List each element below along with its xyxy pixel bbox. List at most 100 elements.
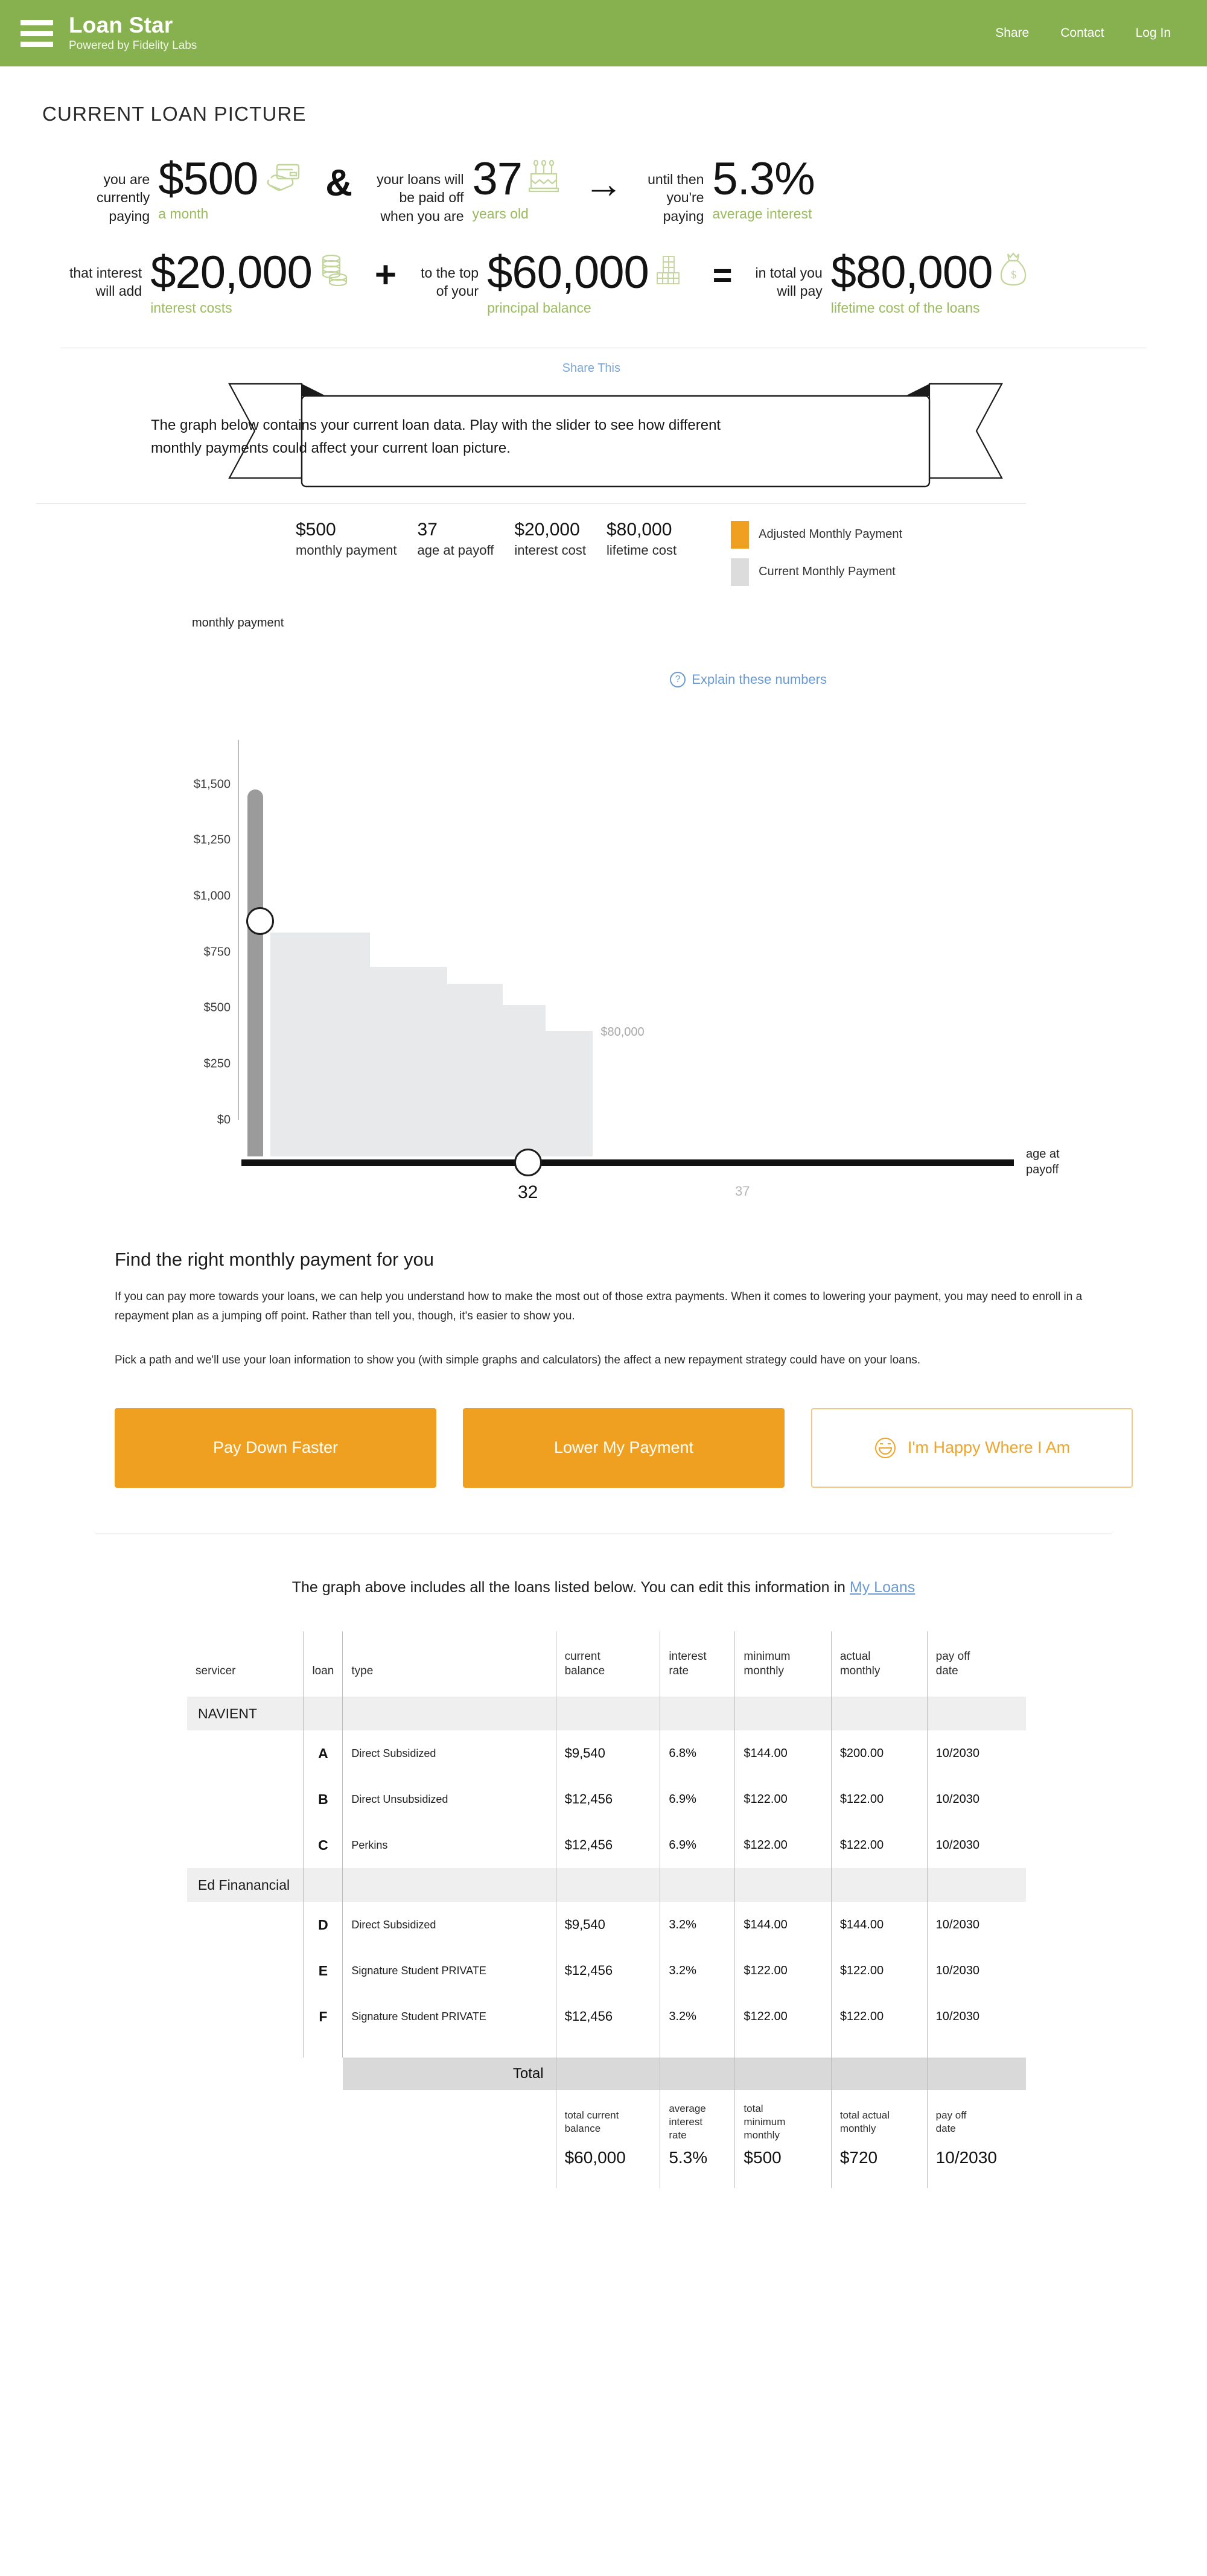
- table-row[interactable]: E Signature Student PRIVATE $12,456 3.2% $12…: [187, 1948, 1026, 1994]
- th-total-current-balance: total current balance: [555, 2090, 660, 2146]
- th-total-payoff-date: pay off date: [926, 2090, 1026, 2146]
- stat-label: years old: [472, 206, 529, 222]
- loan-actual-monthly: $122.00: [830, 1822, 928, 1869]
- operator-and: &: [325, 162, 353, 204]
- stat-interest-costs: that interest will add $20,000 interest …: [69, 249, 351, 316]
- legend-swatch-current: [731, 558, 750, 586]
- nav-login[interactable]: Log In: [1136, 26, 1171, 40]
- total-banner-row: Total: [187, 2058, 1026, 2091]
- loan-interest-rate: 6.8%: [660, 1730, 735, 1777]
- summary-row-1: you are currently paying $500 a month & …: [36, 156, 1171, 225]
- stat-lead: until then you're paying: [648, 171, 704, 224]
- explain-numbers-link[interactable]: ? Explain these numbers: [670, 671, 827, 687]
- stat-label: average interest: [712, 206, 812, 222]
- table-row[interactable]: A Direct Subsidized $9,540 6.8% $144.00 $200.…: [187, 1730, 1026, 1777]
- mini-stat-lifetime-cost: $80,000 lifetime cost: [606, 519, 677, 558]
- monthly-payment-slider-handle[interactable]: [246, 907, 274, 936]
- hand-card-icon: [264, 157, 301, 202]
- th-average-interest-rate: average interest rate: [660, 2090, 735, 2146]
- stat-value: $60,000: [487, 247, 649, 299]
- x-axis-line: 32 37: [241, 1148, 1014, 1202]
- nav-share[interactable]: Share: [995, 26, 1029, 40]
- mini-stat-interest-cost: $20,000 interest cost: [514, 519, 586, 558]
- th-minimum-monthly: minimum monthly: [734, 1631, 832, 1697]
- table-row[interactable]: D Direct Subsidized $9,540 3.2% $144.00 $144.…: [187, 1902, 1026, 1948]
- stat-lead: to the top of your: [421, 265, 479, 299]
- operator-arrow: →: [584, 161, 624, 206]
- stat-value: $80,000: [830, 247, 993, 299]
- th-loan: loan: [303, 1631, 343, 1697]
- loan-payoff-date: 10/2030: [926, 1902, 1026, 1948]
- loan-payoff-date: 10/2030: [926, 1776, 1026, 1823]
- find-heading: Find the right monthly payment for you: [115, 1248, 434, 1270]
- loan-type: Direct Subsidized: [342, 1902, 556, 1948]
- loan-interest-rate: 6.9%: [660, 1776, 735, 1823]
- th-current-balance: current balance: [555, 1631, 660, 1697]
- stat-average-interest: until then you're paying 5.3% average in…: [648, 156, 815, 225]
- loan-type: Signature Student PRIVATE: [342, 1948, 556, 1994]
- loan-current-balance: $12,456: [555, 1822, 660, 1869]
- step-bar: [545, 1031, 593, 1156]
- smiley-icon: [874, 1436, 897, 1459]
- age-slider-value: 32: [517, 1182, 538, 1202]
- stat-label: principal balance: [487, 299, 591, 316]
- top-navigation: Share Contact Log In: [995, 26, 1178, 40]
- banner-text: The graph below contains your current lo…: [151, 416, 721, 457]
- stat-label: lifetime cost of the loans: [830, 299, 980, 316]
- info-banner: The graph below contains your current lo…: [36, 371, 1171, 503]
- table-row[interactable]: F Signature Student PRIVATE $12,456 3.2% $12…: [187, 1994, 1026, 2040]
- loan-current-balance: $12,456: [555, 1948, 660, 1994]
- loan-minimum-monthly: $144.00: [734, 1730, 832, 1777]
- lower-my-payment-button[interactable]: Lower My Payment: [463, 1408, 785, 1488]
- step-bar: [270, 932, 370, 1156]
- total-minimum-monthly: $500: [734, 2146, 832, 2189]
- my-loans-link[interactable]: My Loans: [850, 1579, 915, 1596]
- y-tick-label: $500: [203, 1001, 231, 1015]
- loan-payoff-date: 10/2030: [926, 1994, 1026, 2040]
- th-servicer: servicer: [196, 1664, 236, 1677]
- th-payoff-date: pay off date: [926, 1631, 1026, 1697]
- lifetime-cost-annotation: $80,000: [600, 1025, 645, 1039]
- coins-icon: [318, 250, 351, 295]
- nav-contact[interactable]: Contact: [1060, 26, 1104, 40]
- chart-summary-bar: $500 monthly payment 37 age at payoff $2…: [36, 503, 1026, 586]
- loan-type: Perkins: [342, 1822, 556, 1869]
- loan-letter: C: [303, 1822, 343, 1869]
- hamburger-icon[interactable]: [21, 19, 53, 47]
- loan-payoff-date: 10/2030: [926, 1948, 1026, 1994]
- loan-actual-monthly: $122.00: [830, 1994, 928, 2040]
- loan-letter: A: [303, 1730, 343, 1777]
- table-row[interactable]: C Perkins $12,456 6.9% $122.00 $122.00 10/2030: [187, 1822, 1026, 1869]
- loans-table: servicer loan type current balance inter…: [187, 1631, 1026, 2189]
- age-slider-handle[interactable]: [514, 1148, 542, 1176]
- loan-minimum-monthly: $144.00: [734, 1902, 832, 1948]
- total-header-row: total current balance average interest ra…: [187, 2090, 1026, 2146]
- stat-lead: that interest will add: [69, 265, 142, 299]
- stat-principal-balance: to the top of your $60,000 principal bal…: [421, 247, 689, 316]
- loan-interest-rate: 3.2%: [660, 1948, 735, 1994]
- pay-down-faster-button[interactable]: Pay Down Faster: [115, 1408, 436, 1488]
- money-stack-icon: [655, 250, 689, 295]
- y-tick-label: $1,500: [193, 777, 231, 791]
- loan-interest-rate: 3.2%: [660, 1994, 735, 2040]
- total-payoff-date: 10/2030: [926, 2146, 1026, 2189]
- loan-actual-monthly: $200.00: [830, 1730, 928, 1777]
- app-header: Loan Star Powered by Fidelity Labs Share…: [0, 0, 1207, 66]
- loan-letter: F: [303, 1994, 343, 2040]
- loan-letter: B: [303, 1776, 343, 1823]
- question-mark-icon: ?: [670, 671, 686, 687]
- y-axis-title: monthly payment: [192, 616, 284, 630]
- brand: Loan Star Powered by Fidelity Labs: [69, 13, 197, 53]
- loan-current-balance: $12,456: [555, 1994, 660, 2040]
- monthly-payment-slider-track[interactable]: [246, 789, 274, 1156]
- summary-row-2: that interest will add $20,000 interest …: [36, 247, 1171, 316]
- chart-legend: Adjusted Monthly Payment Current Monthly…: [731, 520, 902, 586]
- loan-payoff-date: 10/2030: [926, 1822, 1026, 1869]
- total-value-row: $60,000 5.3% $500 $720 10/2030: [187, 2146, 1026, 2189]
- step-bar: [446, 984, 503, 1156]
- table-header-row: servicer loan type current balance inter…: [187, 1631, 1026, 1697]
- im-happy-where-i-am-button[interactable]: I'm Happy Where I Am: [811, 1408, 1133, 1488]
- table-row[interactable]: B Direct Unsubsidized $12,456 6.9% $122.00 $1…: [187, 1776, 1026, 1823]
- loan-minimum-monthly: $122.00: [734, 1994, 832, 2040]
- servicer-name: Ed Finanancial: [187, 1868, 304, 1902]
